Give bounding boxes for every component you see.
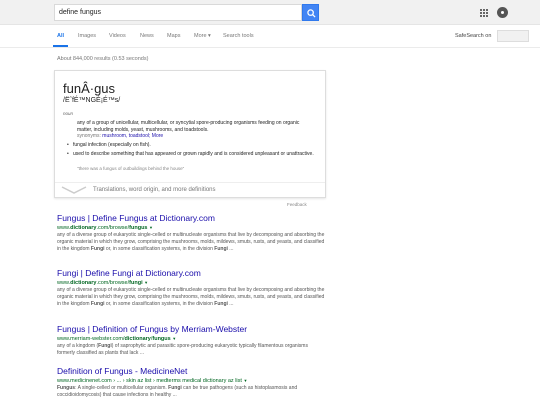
chevron-down-icon[interactable] — [61, 186, 87, 195]
top-bar: define fungus — [0, 0, 540, 25]
safesearch-toggle[interactable] — [497, 30, 529, 42]
tab-all[interactable]: All — [57, 33, 64, 39]
tab-videos[interactable]: Videos — [109, 33, 126, 39]
tab-search-tools[interactable]: Search tools — [223, 33, 254, 39]
result-title-link[interactable]: Definition of Fungus - MedicineNet — [57, 366, 327, 376]
result-title-link[interactable]: Fungi | Define Fungi at Dictionary.com — [57, 268, 327, 278]
search-result: Fungi | Define Fungi at Dictionary.com w… — [57, 268, 327, 308]
active-tab-indicator — [53, 45, 68, 47]
dropdown-arrow-icon[interactable]: ▼ — [172, 336, 176, 341]
dropdown-arrow-icon[interactable]: ▼ — [243, 378, 247, 383]
tab-images[interactable]: Images — [78, 33, 96, 39]
tab-maps[interactable]: Maps — [167, 33, 180, 39]
result-url: www.dictionary.com/browse/fungi ▼ — [57, 280, 149, 286]
tab-more[interactable]: More ▾ — [194, 33, 211, 39]
dropdown-arrow-icon[interactable]: ▼ — [144, 280, 148, 285]
search-input[interactable]: define fungus — [54, 4, 302, 21]
search-result: Fungus | Define Fungus at Dictionary.com… — [57, 213, 327, 253]
search-button[interactable] — [302, 4, 319, 21]
definition-sub-1: fungal infection (especially on fish). — [67, 142, 315, 149]
feedback-link[interactable]: Feedback — [287, 202, 307, 207]
search-tabs: All Images Videos News Maps More ▾ Searc… — [0, 25, 540, 48]
results-count: About 844,000 results (0.53 seconds) — [57, 56, 149, 62]
dictionary-word: funÂ·gus — [63, 81, 116, 96]
result-url: www.medicinenet.com › ... › skin az list… — [57, 378, 248, 384]
definition-example: "there was a fungus of outbuildings behi… — [77, 166, 185, 171]
search-icon — [307, 9, 316, 18]
definition-main: any of a group of unicellular, multicell… — [77, 120, 300, 133]
search-result: Fungus | Definition of Fungus by Merriam… — [57, 324, 327, 357]
dropdown-arrow-icon[interactable]: ▼ — [149, 225, 153, 230]
result-snippet: Fungus: A single-celled or multicellular… — [57, 385, 298, 398]
synonyms-more-link[interactable]: More — [152, 133, 163, 139]
account-icon[interactable] — [497, 7, 508, 18]
result-snippet: any of a diverse group of eukaryotic sin… — [57, 287, 325, 307]
synonyms-links[interactable]: mushroom, toadstool; — [102, 133, 150, 139]
result-snippet: any of a kingdom (Fungi) of saprophytic … — [57, 343, 308, 356]
result-url: www.merriam-webster.com/dictionary/fungu… — [57, 336, 177, 342]
apps-grid-icon[interactable] — [480, 9, 488, 17]
more-definitions-link[interactable]: Translations, word origin, and more defi… — [93, 187, 216, 193]
synonyms-label: synonyms: — [77, 133, 101, 139]
result-url: www.dictionary.com/browse/fungus ▼ — [57, 225, 153, 231]
synonyms-row: synonyms: mushroom, toadstool; More — [77, 133, 163, 139]
pronunciation: /ËˆfÉ™NGÉ¡É™s/ — [63, 97, 121, 104]
search-result: Definition of Fungus - MedicineNet www.m… — [57, 366, 327, 399]
more-definitions-row[interactable]: Translations, word origin, and more defi… — [55, 182, 325, 198]
tab-news[interactable]: News — [140, 33, 154, 39]
definition-sub-2: used to describe something that has appe… — [67, 151, 315, 158]
safesearch-label: SafeSearch on — [455, 33, 492, 39]
part-of-speech: noun — [63, 111, 74, 116]
result-title-link[interactable]: Fungus | Define Fungus at Dictionary.com — [57, 213, 327, 223]
result-title-link[interactable]: Fungus | Definition of Fungus by Merriam… — [57, 324, 327, 334]
result-snippet: any of a diverse group of eukaryotic sin… — [57, 232, 325, 252]
dictionary-card: funÂ·gus /ËˆfÉ™NGÉ¡É™s/ noun any of a gr… — [54, 70, 326, 198]
